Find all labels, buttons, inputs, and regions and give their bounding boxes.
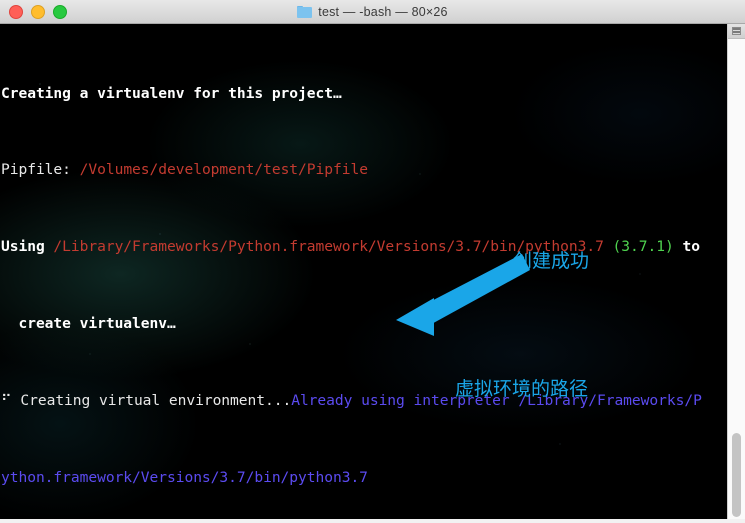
terminal-window: test — -bash — 80×26 Creating a virtuale…: [0, 0, 745, 523]
window-title: test — -bash — 80×26: [318, 4, 448, 19]
terminal-line: Creating a virtualenv for this project…: [1, 84, 745, 103]
line-text: ython.framework/Versions/3.7/bin/python3…: [1, 468, 368, 486]
vertical-scrollbar[interactable]: [727, 24, 745, 523]
annotation-venv-path: 虚拟环境的路径: [455, 378, 589, 400]
terminal-line: ython.framework/Versions/3.7/bin/python3…: [1, 468, 745, 487]
terminal-output: Creating a virtualenv for this project… …: [0, 24, 745, 523]
folder-icon: [297, 5, 313, 18]
terminal-line: ⠋ Creating virtual environment...Already…: [1, 391, 745, 410]
window-bottom-edge: [0, 519, 745, 523]
line-text: Pipfile:: [1, 161, 80, 179]
traffic-lights: [0, 4, 67, 19]
line-text: to: [682, 238, 700, 256]
spinner-text: ⠋ Creating virtual environment...: [1, 391, 292, 409]
line-path: /Volumes/development/test/Pipfile: [79, 161, 368, 179]
line-text: Creating a virtualenv for this project…: [1, 84, 342, 102]
terminal-line: Using /Library/Frameworks/Python.framewo…: [1, 237, 745, 256]
window-titlebar[interactable]: test — -bash — 80×26: [0, 0, 745, 24]
line-version: (3.7.1): [603, 238, 683, 256]
line-text: Using: [1, 238, 54, 256]
line-text: create virtualenv…: [1, 315, 176, 332]
maximize-button-icon[interactable]: [53, 4, 67, 19]
scroll-cap-icon[interactable]: [728, 24, 745, 39]
terminal-line: create virtualenv…: [1, 314, 745, 333]
window-title-group: test — -bash — 80×26: [0, 0, 745, 23]
minimize-button-icon[interactable]: [31, 4, 45, 19]
close-button-icon[interactable]: [9, 4, 23, 19]
scrollbar-thumb[interactable]: [732, 433, 741, 517]
annotation-success: 创建成功: [513, 250, 590, 272]
terminal-body[interactable]: Creating a virtualenv for this project… …: [0, 24, 745, 523]
terminal-line: Pipfile: /Volumes/development/test/Pipfi…: [1, 160, 745, 179]
